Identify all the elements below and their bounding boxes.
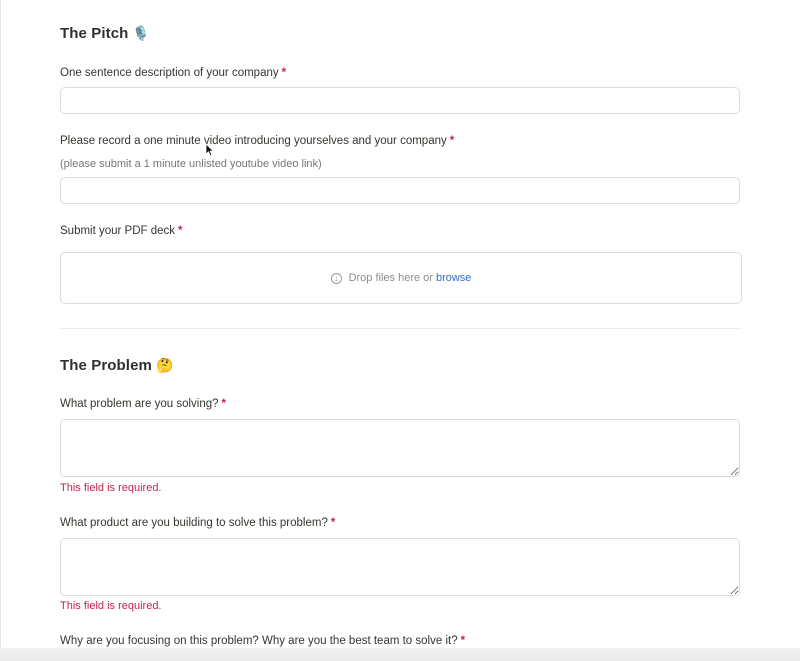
problem-error: This field is required.	[60, 482, 162, 494]
required-marker: *	[178, 225, 183, 237]
scroll-fade	[0, 648, 800, 661]
company-description-input[interactable]	[60, 87, 740, 114]
question-label-focus: Why are you focusing on this problem? Wh…	[60, 635, 466, 647]
question-label-problem: What problem are you solving? *	[60, 398, 227, 410]
dropzone-text: Drop files here or	[348, 272, 433, 284]
required-marker: *	[449, 135, 455, 147]
product-error: This field is required.	[60, 600, 162, 612]
thinking-face-icon: 🤔	[155, 357, 174, 373]
required-marker: *	[221, 398, 227, 410]
mouse-pointer-icon	[205, 143, 215, 157]
product-textarea[interactable]	[60, 538, 740, 596]
video-link-input[interactable]	[60, 177, 740, 204]
browse-link[interactable]: browse	[436, 272, 471, 284]
required-marker: *	[281, 67, 287, 79]
section-title-text: The Pitch	[60, 25, 129, 42]
section-divider	[60, 328, 742, 329]
question-label-description: One sentence description of your company…	[60, 67, 287, 79]
section-title-pitch: The Pitch 🎙️	[60, 25, 150, 42]
problem-textarea[interactable]	[60, 419, 740, 477]
microphone-icon: 🎙️	[132, 25, 150, 41]
section-title-problem: The Problem 🤔	[60, 357, 174, 374]
required-marker: *	[330, 517, 336, 529]
question-label-deck: Submit your PDF deck *	[60, 225, 183, 237]
video-hint: (please submit a 1 minute unlisted youtu…	[60, 158, 322, 170]
section-title-text: The Problem	[60, 357, 152, 374]
question-label-product: What product are you building to solve t…	[60, 517, 336, 529]
upload-icon: ↓	[330, 272, 342, 284]
file-dropzone[interactable]: ↓ Drop files here or browse	[60, 252, 742, 304]
required-marker: *	[460, 635, 466, 647]
question-label-video: Please record a one minute video introdu…	[60, 135, 455, 147]
page-left-border	[0, 0, 1, 661]
